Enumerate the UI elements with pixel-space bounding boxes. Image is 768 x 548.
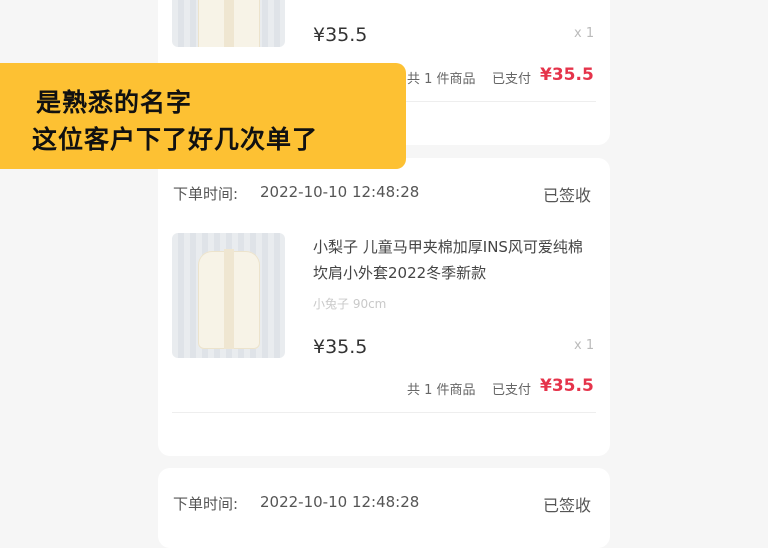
order-time-label: 下单时间: [173,495,239,513]
order-status: 已签收 [543,186,592,205]
product-vest-graphic [198,249,260,349]
order-paid-amount: ¥35.5 [540,376,594,396]
order-item-count: 共 1 件商品 [407,72,476,87]
caption-overlay: 是熟悉的名字 这位客户下了好几次单了 [0,63,406,169]
product-image[interactable] [172,0,285,47]
product-price: ¥35.5 [313,336,368,358]
product-image[interactable] [172,233,285,358]
divider [172,412,596,413]
order-time: 2022-10-10 12:48:28 [260,493,420,511]
product-variant: 小兔子 90cm [313,297,387,311]
product-price: ¥35.5 [313,24,368,46]
product-title[interactable]: 小梨子 儿童马甲夹棉加厚INS风可爱纯棉坎肩小外套2022冬季新款 [313,234,593,286]
order-time-label: 下单时间: [173,185,239,203]
order-paid-amount: ¥35.5 [540,65,594,85]
caption-line-2: 这位客户下了好几次单了 [32,125,319,154]
caption-line-1: 是熟悉的名字 [36,88,193,117]
order-item-count: 共 1 件商品 [407,383,476,398]
product-quantity: x 1 [574,338,595,353]
product-vest-graphic [198,0,260,47]
order-paid-label: 已支付 [492,383,532,398]
order-status: 已签收 [543,496,592,515]
order-time: 2022-10-10 12:48:28 [260,183,420,201]
product-quantity: x 1 [574,26,595,41]
order-paid-label: 已支付 [492,72,532,87]
